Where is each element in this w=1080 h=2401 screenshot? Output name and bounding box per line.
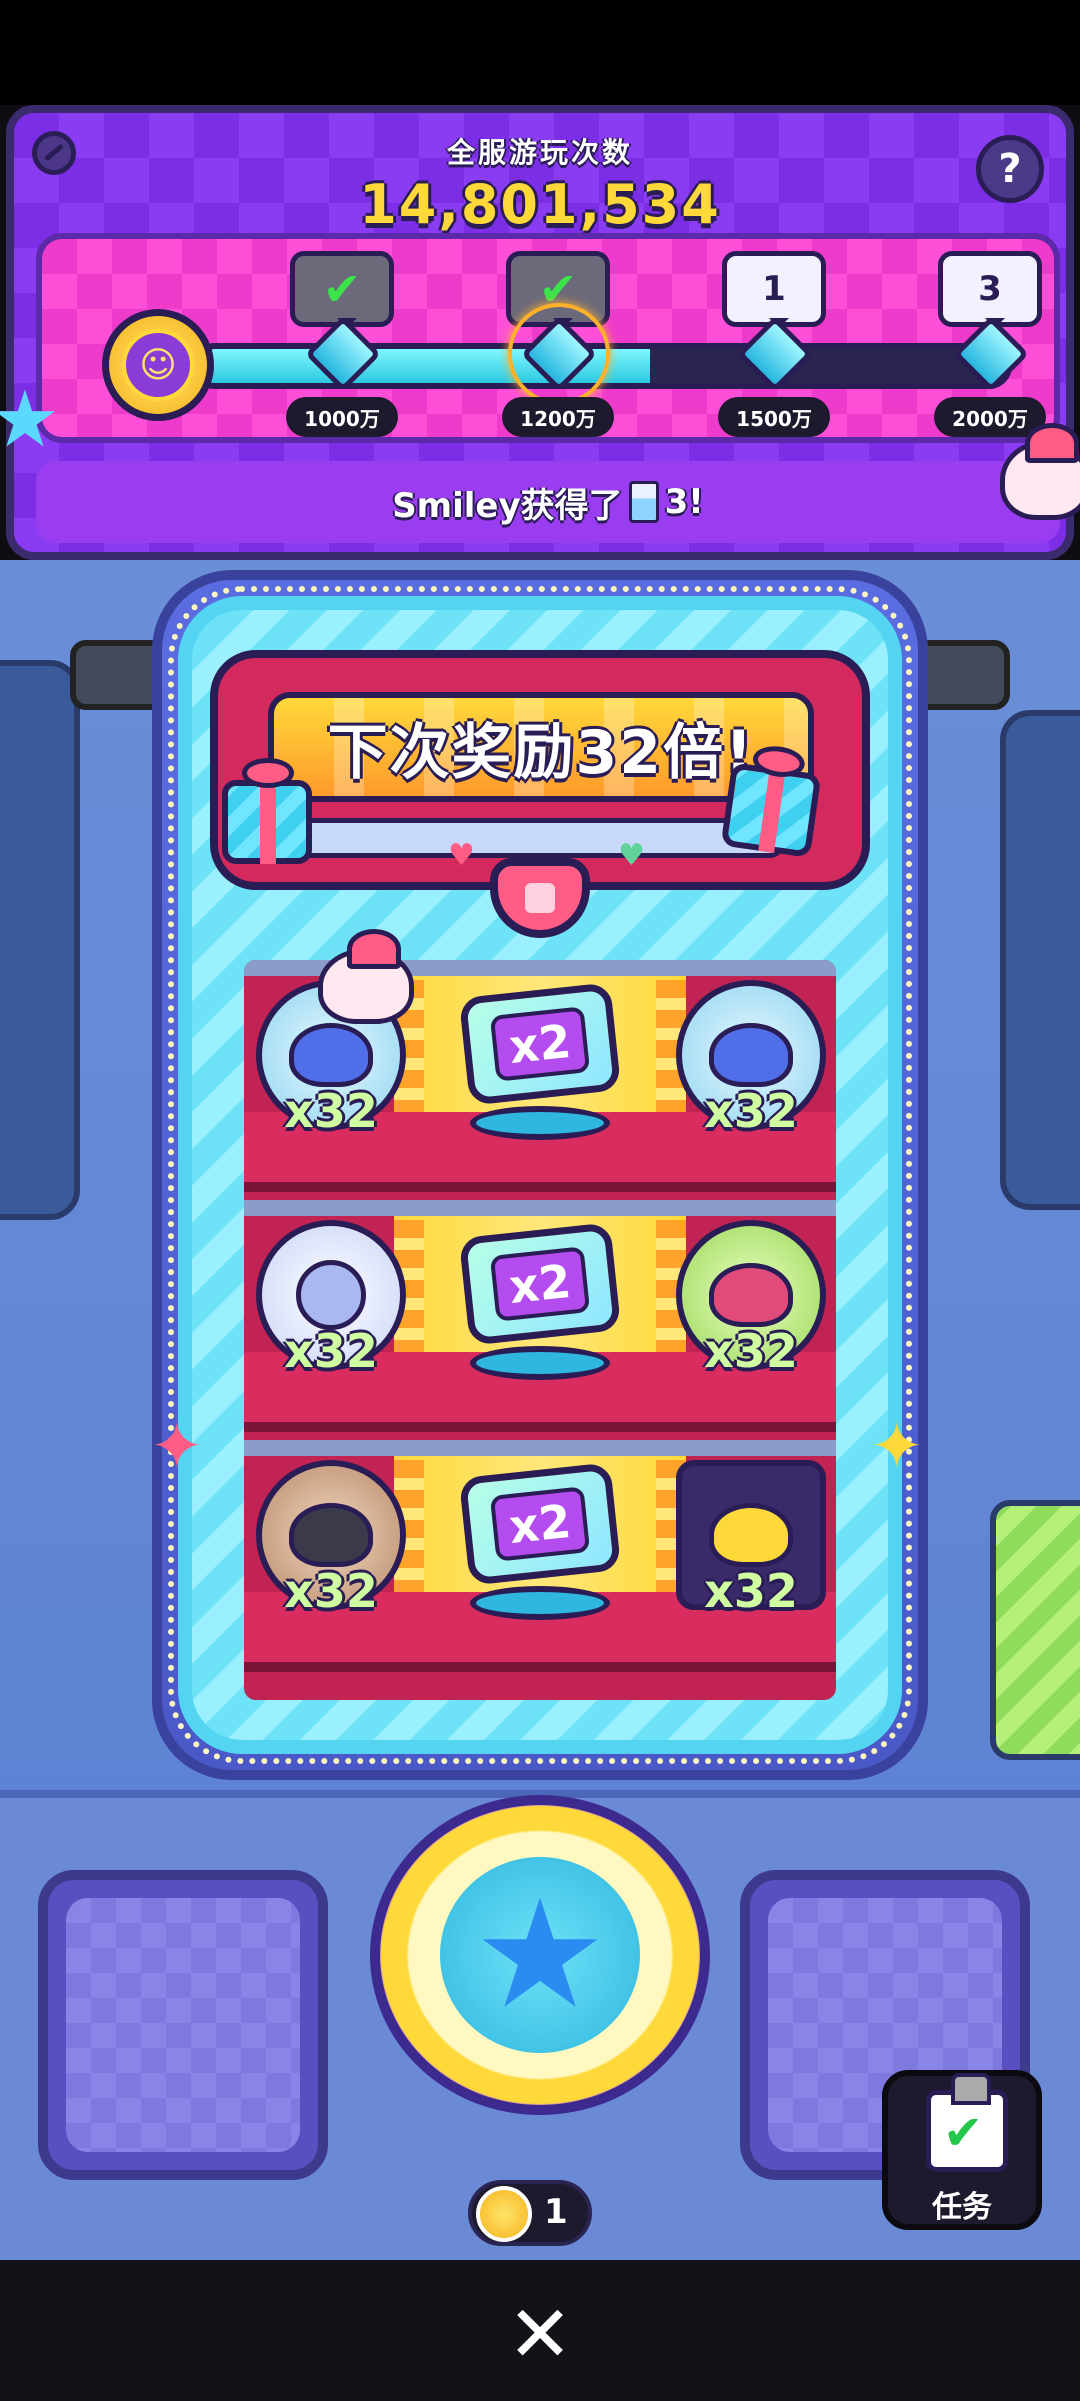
gift-box-icon [222,758,312,864]
next-reward-text: 下次奖励32倍! [327,717,755,788]
left-window [38,1870,328,2180]
bubbles-token-icon: x32 [256,1220,406,1378]
x2-ticket-icon: x2 [458,1222,622,1346]
critter-token-icon: x32 [676,980,826,1138]
seal-token-icon: x32 [256,1460,406,1618]
cats-token-icon: x32 [676,1460,826,1618]
ticket-pedestal [470,1346,610,1380]
gift-icon [990,1500,1080,1760]
x2-ticket-icon: x2 [458,982,622,1106]
x2-label: x2 [489,1486,591,1562]
multiplier-label: x32 [284,1324,378,1378]
global-plays-title: 全服游玩次数 [446,136,633,169]
cat-coin-icon [476,2186,532,2242]
multiplier-label: x32 [704,1324,798,1378]
banner-base [298,818,784,858]
check-icon: ✔ [290,251,394,328]
bunny-icon [318,929,414,1024]
milestone-label: 1000万 [286,397,398,437]
star-icon: ★ [440,1857,640,2053]
spin-button[interactable]: ★ [370,1795,710,2115]
multiplier-label: x32 [284,1564,378,1618]
x2-label: x2 [489,1006,591,1082]
close-button[interactable]: ✕ [500,2295,580,2375]
mystery-box-icon: 3 [938,251,1042,328]
task-label: 任务 [932,2190,992,2225]
shop-stall-icon: 1 [722,251,826,328]
global-plays-panel: ? 全服游玩次数 14,801,534 ☺ ✔ 1000万 ✔ 1200万 1 … [6,105,1074,560]
side-panel-left [0,660,80,1220]
milestone-label: 1200万 [502,397,614,437]
reward-row: x2 x32 x32 [244,1440,836,1672]
x2-label: x2 [489,1246,591,1322]
milestone-1000[interactable]: ✔ 1000万 [272,239,412,449]
heart-icon: ♥ [448,838,475,873]
coin-count: 1 [544,2192,568,2232]
announcement-suffix: 3! [664,482,704,522]
ticket-pedestal [470,1106,610,1140]
diamond-node-icon [952,315,1030,393]
reward-reels: x2 x32 x32 x2 x32 x32 x2 x32 x32 [244,960,836,1700]
milestone-1500[interactable]: 1 1500万 [704,239,844,449]
multiplier-label: x32 [704,1084,798,1138]
star-icon: ★ [0,375,60,465]
diamond-node-icon [736,315,814,393]
x2-ticket-icon: x2 [458,1462,622,1586]
multiplier-label: x32 [704,1564,798,1618]
milestone-label: 1500万 [718,397,830,437]
check-icon: ✔ [943,2105,984,2161]
bunny-icon [1000,423,1080,520]
side-panel-right [1000,710,1080,1210]
announcement-bar: Smiley获得了 3! [36,461,1060,543]
heart-icon: ♥ [618,838,645,873]
milestone-track: ☺ ✔ 1000万 ✔ 1200万 1 1500万 3 2000万 [36,233,1060,443]
status-bar [0,0,1080,105]
clipboard-icon: ✔ [926,2073,1008,2172]
sparkle-icon: ✦ [870,1410,924,1484]
cat-coin-icon: ☺ [102,309,214,421]
reward-row: x2 x32 x32 [244,1200,836,1432]
task-button[interactable]: ✔ 任务 [882,2070,1042,2230]
juice-box-icon [628,481,659,523]
global-plays-count: 14,801,534 [359,173,721,236]
milestone-2000[interactable]: 3 2000万 [920,239,1060,449]
gift-box-icon [720,743,822,858]
announcement-player: Smiley获得了 [392,485,623,526]
multiplier-label: x32 [284,1084,378,1138]
ticket-pedestal [470,1586,610,1620]
fox-token-icon: x32 [676,1220,826,1378]
sparkle-icon: ✦ [150,1410,204,1484]
milestone-1200[interactable]: ✔ 1200万 [488,239,628,449]
coin-counter: 1 [468,2180,592,2246]
diamond-node-icon [304,315,382,393]
